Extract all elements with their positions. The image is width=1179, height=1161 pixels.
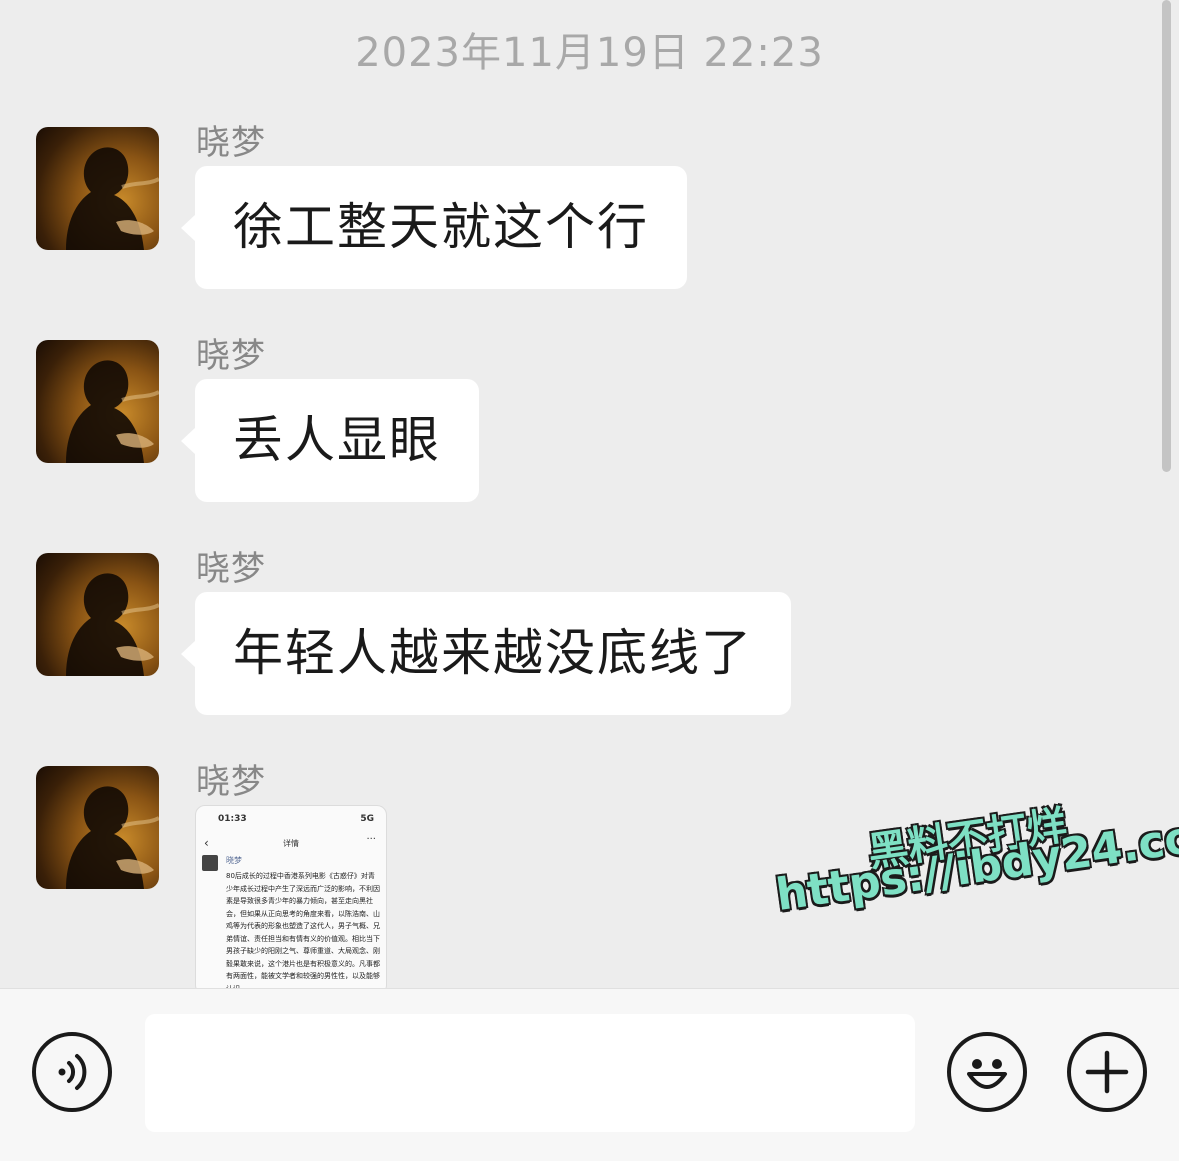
voice-icon [58,1054,87,1090]
thumbnail-signal: 5G [360,814,374,824]
thumbnail-status-bar: 01:33 5G [196,806,386,824]
input-bar [0,988,1179,1161]
more-icon: ··· [366,834,376,845]
sender-name: 晓梦 [196,123,266,163]
sender-name: 晓梦 [196,336,266,376]
message-bubble[interactable]: 丢人显眼 [181,379,479,502]
thumbnail-post: 晓梦 80后成长的过程中香港系列电影《古惑仔》对青少年成长过程中产生了深远而广泛… [196,849,386,988]
thumbnail-title: 详情 [283,839,299,848]
scrollbar[interactable] [1162,0,1171,472]
avatar[interactable] [36,127,159,250]
message-bubble[interactable]: 年轻人越来越没底线了 [181,592,791,715]
thumbnail-nav: ‹ 详情 ··· [196,824,386,850]
emoji-icon [967,1059,1007,1089]
message-timestamp: 2023年11月19日 22:23 [355,30,824,76]
emoji-button[interactable] [947,1032,1027,1112]
thumbnail-avatar [202,855,218,871]
message-bubble[interactable]: 徐工整天就这个行 [181,166,687,289]
voice-button[interactable] [32,1032,112,1112]
avatar[interactable] [36,553,159,676]
chat-area[interactable]: 2023年11月19日 22:23 晓梦 徐工整天就这个行 晓梦 丢人显眼 晓梦… [0,0,1179,988]
image-message-thumbnail[interactable]: 01:33 5G ‹ 详情 ··· 晓梦 80后成长的过程中香港系列电影《古惑仔… [195,805,387,988]
message-input[interactable] [145,1014,915,1132]
avatar[interactable] [36,766,159,889]
plus-button[interactable] [1067,1032,1147,1112]
avatar[interactable] [36,340,159,463]
thumbnail-author: 晓梦 [226,856,242,865]
plus-icon [1085,1050,1129,1094]
thumbnail-body: 80后成长的过程中香港系列电影《古惑仔》对青少年成长过程中产生了深远而广泛的影响… [226,872,380,988]
back-arrow-icon: ‹ [204,836,209,850]
sender-name: 晓梦 [196,549,266,589]
sender-name: 晓梦 [196,762,266,802]
thumbnail-time: 01:33 [218,814,247,824]
